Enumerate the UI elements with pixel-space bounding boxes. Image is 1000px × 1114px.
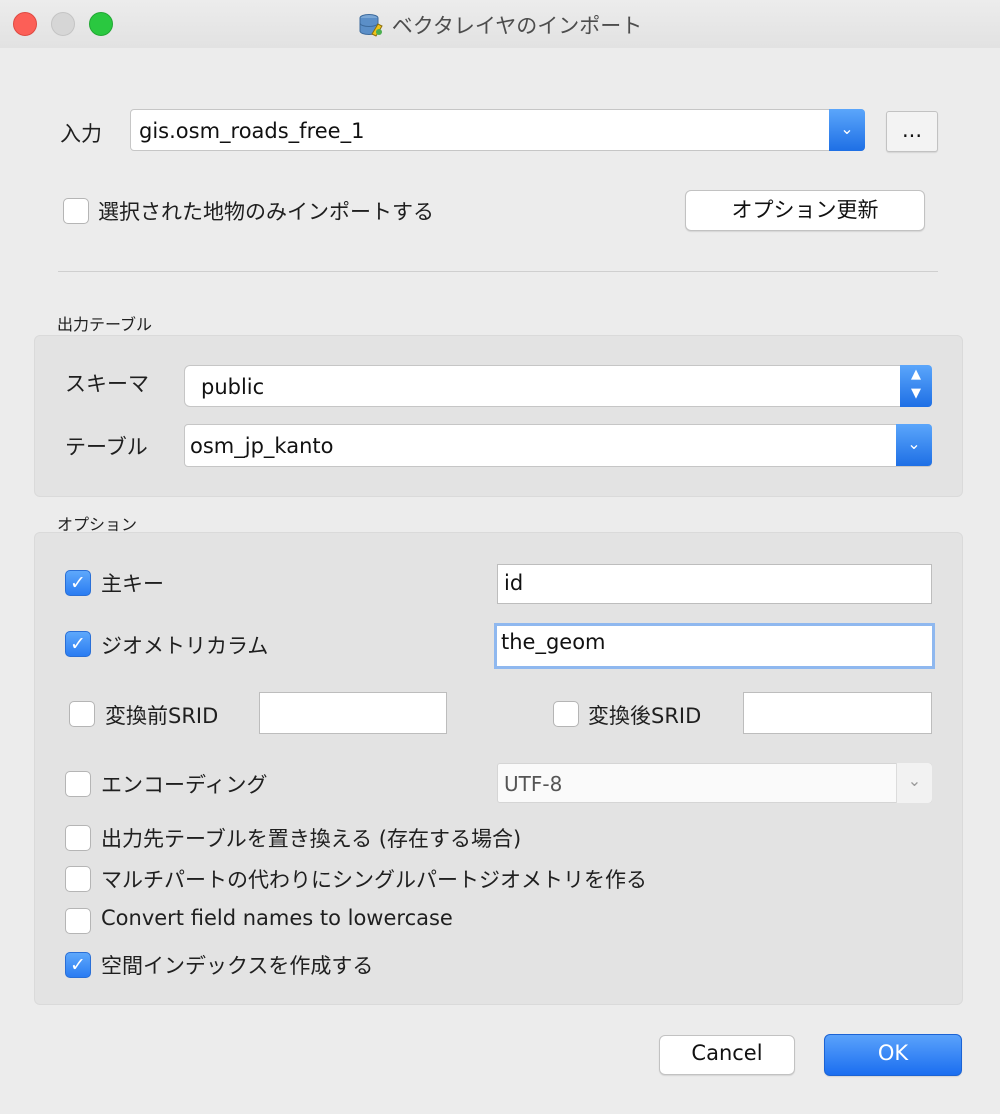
- options-group: ✓ 主キー id ✓ ジオメトリカラム the_geom 変換前SRID 変換後…: [34, 532, 963, 1005]
- input-label: 入力: [60, 122, 102, 146]
- geometry-column-input[interactable]: the_geom: [494, 623, 935, 669]
- lowercase-fields-checkbox[interactable]: [65, 908, 91, 934]
- schema-label: スキーマ: [65, 372, 149, 396]
- source-srid-input[interactable]: [259, 692, 447, 734]
- spatial-index-checkbox[interactable]: ✓: [65, 952, 91, 978]
- output-table-group: スキーマ public ▲ ▼ テーブル osm_jp_kanto ⌄: [34, 335, 963, 497]
- encoding-value: UTF-8: [504, 772, 563, 796]
- update-options-button[interactable]: オプション更新: [685, 190, 925, 231]
- replace-table-label: 出力先テーブルを置き換える (存在する場合): [101, 827, 522, 851]
- schema-combo[interactable]: public ▲ ▼: [184, 365, 932, 407]
- single-part-label: マルチパートの代わりにシングルパートジオメトリを作る: [101, 868, 647, 892]
- up-down-chevron-icon[interactable]: ▲ ▼: [900, 365, 932, 407]
- divider: [58, 271, 938, 272]
- schema-value: public: [201, 375, 265, 399]
- database-import-icon: [359, 14, 383, 37]
- table-label: テーブル: [65, 435, 148, 459]
- lowercase-fields-label: Convert field names to lowercase: [101, 906, 453, 930]
- source-srid-checkbox[interactable]: [69, 701, 95, 727]
- table-value: osm_jp_kanto: [190, 434, 334, 458]
- selected-only-checkbox[interactable]: [63, 198, 89, 224]
- encoding-combo[interactable]: UTF-8 ⌄: [497, 763, 932, 803]
- title-bar: ベクタレイヤのインポート: [0, 0, 1000, 48]
- single-part-checkbox[interactable]: [65, 866, 91, 892]
- selected-only-label: 選択された地物のみインポートする: [98, 200, 434, 224]
- source-srid-label: 変換前SRID: [105, 704, 219, 728]
- chevron-down-icon[interactable]: ⌄: [896, 424, 932, 466]
- output-table-section-title: 出力テーブル: [57, 315, 153, 334]
- chevron-down-icon[interactable]: ⌄: [829, 109, 865, 151]
- target-srid-label: 変換後SRID: [588, 704, 702, 728]
- primary-key-input[interactable]: id: [497, 564, 932, 604]
- primary-key-label: 主キー: [101, 572, 164, 596]
- window-title-area: ベクタレイヤのインポート: [0, 10, 1000, 40]
- target-srid-input[interactable]: [743, 692, 932, 734]
- primary-key-checkbox[interactable]: ✓: [65, 570, 91, 596]
- target-srid-checkbox[interactable]: [553, 701, 579, 727]
- geometry-column-checkbox[interactable]: ✓: [65, 631, 91, 657]
- chevron-down-icon[interactable]: ⌄: [896, 763, 932, 803]
- ok-button[interactable]: OK: [824, 1034, 962, 1076]
- spatial-index-label: 空間インデックスを作成する: [101, 954, 374, 978]
- encoding-label: エンコーディング: [101, 773, 268, 797]
- geometry-column-label: ジオメトリカラム: [101, 634, 269, 658]
- input-layer-value: gis.osm_roads_free_1: [139, 119, 365, 143]
- browse-button[interactable]: ...: [886, 111, 938, 152]
- window-title: ベクタレイヤのインポート: [391, 14, 643, 38]
- input-layer-combo[interactable]: gis.osm_roads_free_1 ⌄: [130, 109, 865, 151]
- cancel-button[interactable]: Cancel: [659, 1035, 795, 1075]
- encoding-checkbox[interactable]: [65, 771, 91, 797]
- table-combo[interactable]: osm_jp_kanto ⌄: [184, 424, 932, 467]
- replace-table-checkbox[interactable]: [65, 825, 91, 851]
